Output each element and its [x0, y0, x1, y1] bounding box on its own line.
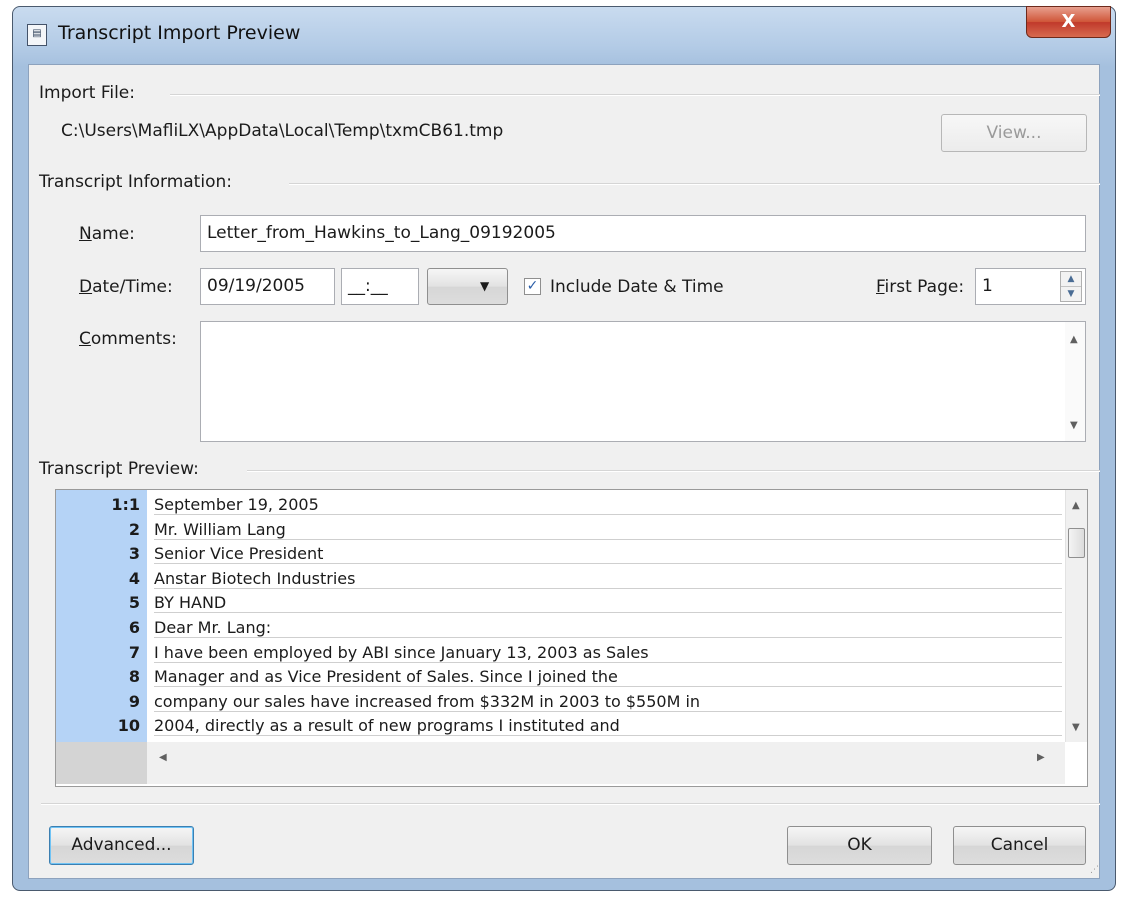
dialog-window: ▤ Transcript Import Preview X Import Fil…: [12, 6, 1116, 891]
table-row[interactable]: 9 company our sales have increased from $…: [56, 691, 1062, 712]
transcript-info-divider: [289, 183, 1100, 185]
line-text: Senior Vice President: [154, 543, 1062, 565]
scroll-up-icon[interactable]: ▲: [1070, 334, 1078, 345]
line-text: I have been employed by ABI since Januar…: [154, 642, 1062, 663]
datetime-label: Date/Time:: [79, 277, 173, 297]
cancel-button[interactable]: Cancel: [953, 826, 1086, 865]
line-text: BY HAND: [154, 592, 1062, 614]
date-input[interactable]: 09/19/2005: [200, 268, 335, 305]
line-text: 2004, directly as a result of new progra…: [154, 715, 1062, 737]
transcript-preview-label: Transcript Preview:: [39, 459, 205, 479]
first-page-label: First Page:: [876, 277, 964, 297]
comments-textarea[interactable]: ▲ ▼: [200, 321, 1086, 442]
first-page-spinner[interactable]: ▲ ▼: [1060, 271, 1082, 302]
scroll-left-icon[interactable]: ◀: [159, 752, 167, 763]
window-title: Transcript Import Preview: [58, 22, 301, 44]
name-label-text: ame:: [91, 224, 135, 244]
line-number: 10: [117, 716, 140, 736]
footer-divider: [41, 803, 1100, 805]
import-file-label: Import File:: [39, 83, 141, 103]
line-number: 6: [128, 618, 140, 637]
comments-label-text: omments:: [90, 329, 177, 349]
name-input[interactable]: Letter_from_Hawkins_to_Lang_09192005: [200, 215, 1086, 252]
table-row[interactable]: 1:1 September 19, 2005: [56, 494, 1062, 515]
document-icon: ▤: [27, 24, 47, 46]
close-button[interactable]: X: [1026, 6, 1111, 38]
ok-button[interactable]: OK: [787, 826, 932, 865]
name-label: Name:: [79, 224, 135, 244]
transcript-preview-grid[interactable]: 1:1 September 19, 2005 2 Mr. William Lang 3 S…: [55, 489, 1088, 787]
table-row[interactable]: 6 Dear Mr. Lang:: [56, 617, 1062, 638]
advanced-button[interactable]: Advanced...: [49, 826, 194, 865]
scroll-right-icon[interactable]: ▶: [1037, 752, 1045, 763]
import-file-path: C:\Users\MafliLX\AppData\Local\Temp\txmC…: [61, 121, 504, 141]
line-number: 3: [128, 544, 140, 564]
scroll-thumb[interactable]: [1068, 528, 1085, 558]
view-button[interactable]: View...: [941, 114, 1087, 152]
include-datetime-checkbox[interactable]: ✓: [524, 278, 541, 295]
line-text: company our sales have increased from $3…: [154, 691, 1062, 712]
table-row[interactable]: 4 Anstar Biotech Industries: [56, 568, 1062, 589]
line-number: 8: [128, 667, 140, 687]
spin-down-icon[interactable]: ▼: [1061, 287, 1081, 301]
resize-grip-icon[interactable]: ⋰: [1090, 865, 1099, 875]
dialog-body: Import File: C:\Users\MafliLX\AppData\Lo…: [28, 64, 1100, 879]
preview-vertical-scrollbar[interactable]: ▲ ▼: [1065, 490, 1087, 742]
comments-scrollbar[interactable]: ▲ ▼: [1065, 322, 1085, 441]
line-number: 2: [128, 519, 140, 539]
line-text: Anstar Biotech Industries: [154, 568, 1062, 589]
import-file-divider: [170, 94, 1100, 96]
comments-mnemonic: C: [79, 329, 91, 349]
line-text: Mr. William Lang: [154, 519, 1062, 540]
line-number: 5: [128, 593, 140, 613]
spin-up-icon[interactable]: ▲: [1061, 272, 1081, 287]
line-number: 1:1: [111, 495, 140, 514]
line-number: 4: [128, 568, 140, 588]
table-row[interactable]: 10 2004, directly as a result of new prog…: [56, 715, 1062, 737]
table-row[interactable]: 3 Senior Vice President: [56, 543, 1062, 565]
comments-label: Comments:: [79, 329, 177, 349]
ampm-dropdown[interactable]: ▼: [427, 268, 508, 305]
table-row[interactable]: 8 Manager and as Vice President of Sales.…: [56, 666, 1062, 688]
datetime-label-text: ate/Time:: [92, 277, 173, 297]
gutter-corner: [56, 742, 147, 784]
transcript-info-label: Transcript Information:: [39, 172, 238, 192]
table-row[interactable]: 5 BY HAND: [56, 592, 1062, 614]
chevron-down-icon: ▼: [480, 279, 490, 293]
preview-divider: [247, 470, 1100, 472]
include-datetime-label: Include Date & Time: [550, 277, 724, 297]
table-row[interactable]: 2 Mr. William Lang: [56, 519, 1062, 540]
datetime-label-mnemonic: D: [79, 277, 93, 297]
scroll-down-icon[interactable]: ▼: [1072, 722, 1080, 733]
preview-horizontal-scrollbar[interactable]: ◀ ▶: [147, 742, 1065, 784]
line-number: 9: [128, 691, 140, 711]
first-page-mnemonic: F: [876, 277, 885, 297]
time-input[interactable]: __:__: [341, 268, 419, 305]
first-page-label-text: irst Page:: [884, 277, 965, 297]
line-number: 7: [128, 642, 140, 662]
title-bar[interactable]: ▤ Transcript Import Preview X: [13, 6, 1115, 65]
table-row[interactable]: 7 I have been employed by ABI since Janua…: [56, 642, 1062, 663]
line-text: September 19, 2005: [154, 494, 1062, 515]
scroll-down-icon[interactable]: ▼: [1070, 420, 1078, 431]
name-label-mnemonic: N: [79, 224, 92, 244]
line-text: Dear Mr. Lang:: [154, 617, 1062, 638]
line-text: Manager and as Vice President of Sales. …: [154, 666, 1062, 688]
scroll-up-icon[interactable]: ▲: [1072, 500, 1080, 511]
